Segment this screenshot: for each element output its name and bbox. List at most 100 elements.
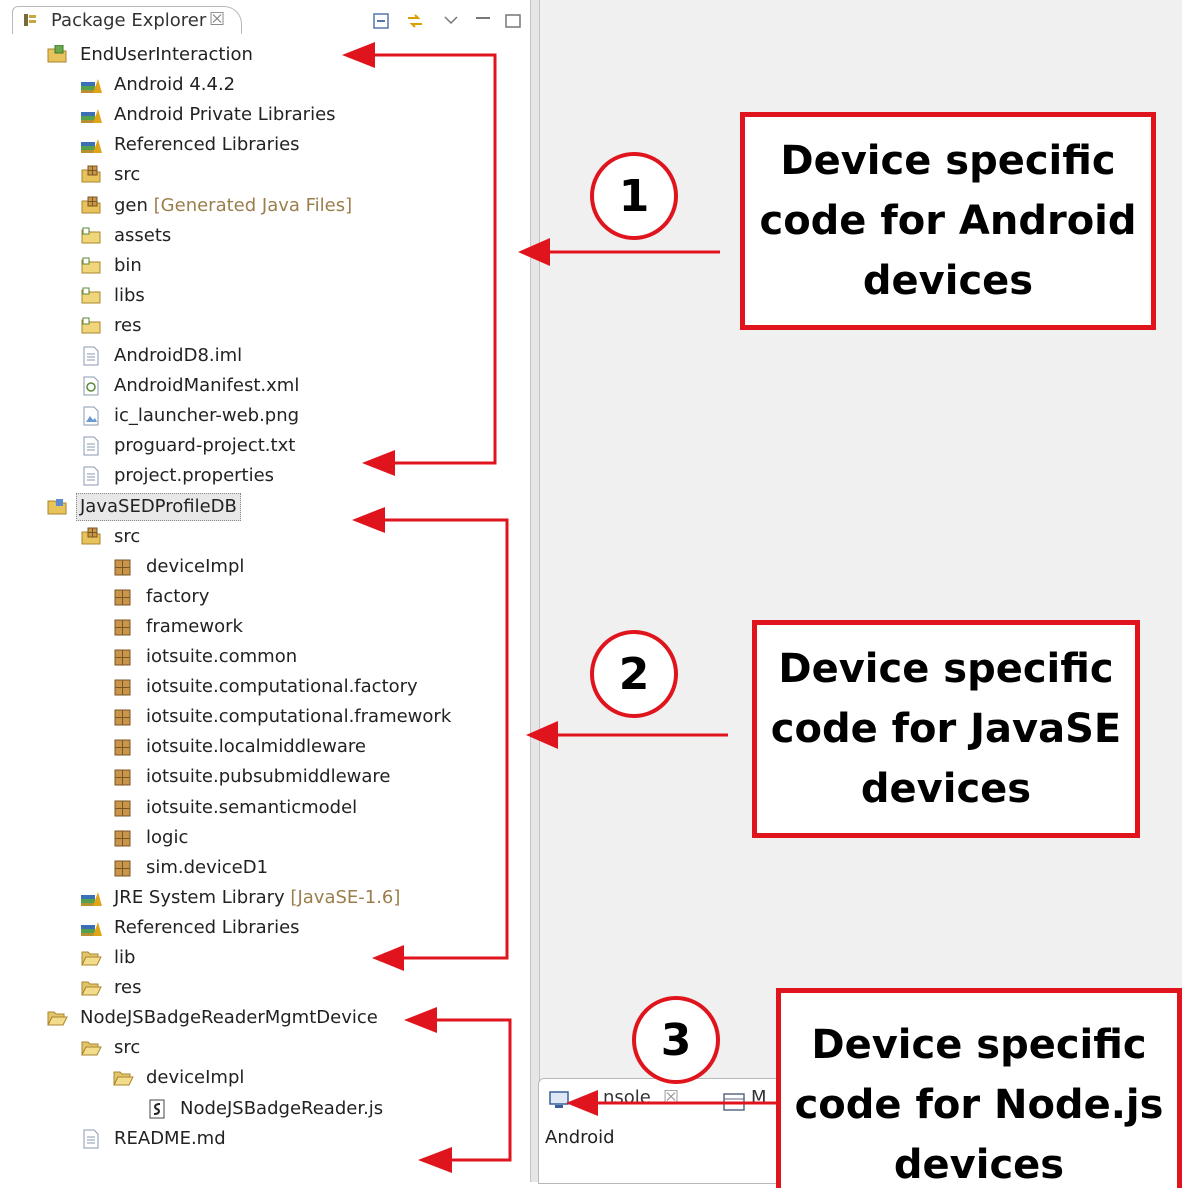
view-sash[interactable]: [530, 0, 540, 1182]
package-icon: [112, 798, 134, 818]
android-manifest-icon: [80, 376, 102, 396]
package-explorer-view: Package Explorer ☒ EndUserInteraction And…: [0, 0, 536, 1182]
tree-item-text: README.md: [114, 1127, 226, 1149]
file-icon: [80, 346, 102, 366]
tree-item-text: ic_launcher-web.png: [114, 405, 300, 427]
package-explorer-tab[interactable]: Package Explorer ☒: [12, 6, 242, 34]
tree-item-label: Referenced Libraries: [114, 913, 300, 943]
package-icon: [112, 587, 134, 607]
tree-item-label: Android 4.4.2: [114, 70, 235, 100]
callout-2-number: 2: [590, 630, 678, 718]
tree-item-text: assets: [114, 224, 172, 246]
package-icon: [112, 767, 134, 787]
tree-item-text: iotsuite.computational.framework: [146, 706, 452, 728]
tree-item-text: iotsuite.semanticmodel: [146, 796, 358, 818]
folder-icon: [80, 256, 102, 276]
file-icon: [80, 466, 102, 486]
library-icon: [80, 888, 102, 908]
tree-item-label: src: [114, 1033, 140, 1063]
file-icon: [80, 1129, 102, 1149]
library-icon: [80, 135, 102, 155]
tree-item-label: gen [Generated Java Files]: [114, 191, 352, 221]
folder-icon: [80, 316, 102, 336]
console-icon: [549, 1091, 569, 1108]
tree-item-label: deviceImpl: [146, 1063, 244, 1093]
tree-item-label: iotsuite.computational.factory: [146, 672, 418, 702]
callout-3-line-2: code for Node.js: [794, 1082, 1164, 1128]
tree-item-text: iotsuite.common: [146, 646, 298, 667]
maximize-icon[interactable]: [502, 10, 524, 32]
tree-item-label: deviceImpl: [146, 552, 244, 582]
tree-item-text: Referenced Libraries: [114, 916, 300, 938]
tree-item-text: deviceImpl: [146, 555, 245, 577]
tree-item-text: Android Private Libraries: [114, 104, 336, 126]
tree-item-text: src: [114, 164, 141, 186]
link-with-editor-icon[interactable]: [404, 10, 426, 32]
tree-item-label: src: [114, 522, 140, 552]
minimize-icon[interactable]: [472, 10, 494, 32]
callout-3-line-3: devices: [893, 1142, 1065, 1188]
image-file-icon: [80, 406, 102, 426]
tree-item-label: logic: [146, 823, 188, 853]
tree-item-text: src: [114, 1037, 141, 1059]
markers-tab[interactable]: M: [751, 1087, 767, 1108]
tree-item-text: res: [114, 977, 142, 999]
tree-item-label: libs: [114, 281, 145, 311]
tree-item-label: factory: [146, 582, 209, 612]
tree-item-label: iotsuite.localmiddleware: [146, 732, 366, 762]
tree-item-label: JRE System Library [JavaSE-1.6]: [114, 883, 400, 913]
console-output-text: Android: [545, 1127, 615, 1148]
collapse-all-icon[interactable]: [370, 10, 392, 32]
tree-item-text: JavaSEDProfileDB: [80, 495, 237, 517]
package-icon: [112, 858, 134, 878]
close-tab-icon[interactable]: ☒: [209, 9, 225, 30]
tree-item-label: Android Private Libraries: [114, 100, 336, 130]
close-console-icon[interactable]: ☒: [663, 1087, 679, 1108]
tree-item-label: iotsuite.common: [146, 642, 297, 672]
tree-item-label: AndroidManifest.xml: [114, 371, 299, 401]
tree-item-label: res: [114, 973, 141, 1003]
tree-item-text: res: [114, 314, 142, 336]
tree-item-text: src: [114, 525, 141, 547]
tree-item-label: bin: [114, 251, 142, 281]
java-project-icon: [46, 497, 68, 517]
tree-item-label: proguard-project.txt: [114, 431, 295, 461]
tree-item-text: framework: [146, 615, 243, 637]
android-project-icon: [46, 44, 68, 65]
tree-item-label: framework: [146, 612, 243, 642]
source-folder-icon: [80, 527, 102, 547]
package-icon: [112, 617, 134, 637]
console-tab[interactable]: nsole: [603, 1087, 651, 1108]
tree-item-label: iotsuite.semanticmodel: [146, 793, 357, 823]
tree-item-text: AndroidManifest.xml: [114, 375, 300, 397]
library-icon: [80, 105, 102, 125]
open-folder-icon: [80, 948, 102, 968]
file-icon: [80, 436, 102, 456]
package-explorer-icon: [24, 14, 36, 26]
tree-item-text: iotsuite.computational.factory: [146, 676, 418, 698]
tree-item-label: README.md: [114, 1124, 226, 1154]
tree-item-text: EndUserInteraction: [80, 44, 253, 65]
folder-icon: [80, 226, 102, 246]
tree-item-label: sim.deviceD1: [146, 853, 268, 883]
source-folder-icon: [80, 196, 102, 216]
callout-1-number: 1: [590, 152, 678, 240]
tree-item-text: factory: [146, 585, 210, 607]
tree-item-label: assets: [114, 221, 171, 251]
tree-item-label: AndroidD8.iml: [114, 341, 242, 371]
callout-1-line-3: devices: [862, 258, 1034, 304]
markers-icon: [723, 1093, 745, 1111]
package-explorer-tab-label: Package Explorer: [51, 10, 207, 31]
tree-item-label: EndUserInteraction: [80, 40, 253, 70]
tree-item-text: NodeJSBadgeReader.js: [180, 1097, 384, 1119]
tree-item-text: sim.deviceD1: [146, 856, 269, 878]
package-icon: [112, 828, 134, 848]
tree-item-decoration: [JavaSE-1.6]: [284, 886, 401, 908]
tree-item-text: lib: [114, 947, 136, 968]
tree-item-text: JRE System Library: [114, 886, 285, 908]
tree-item-text: NodeJSBadgeReaderMgmtDevice: [80, 1007, 378, 1029]
explorer-tab-bar: Package Explorer ☒: [8, 6, 535, 34]
tree-item-text: Referenced Libraries: [114, 134, 300, 156]
view-menu-icon[interactable]: [440, 10, 462, 32]
script-file-icon: [146, 1099, 168, 1119]
